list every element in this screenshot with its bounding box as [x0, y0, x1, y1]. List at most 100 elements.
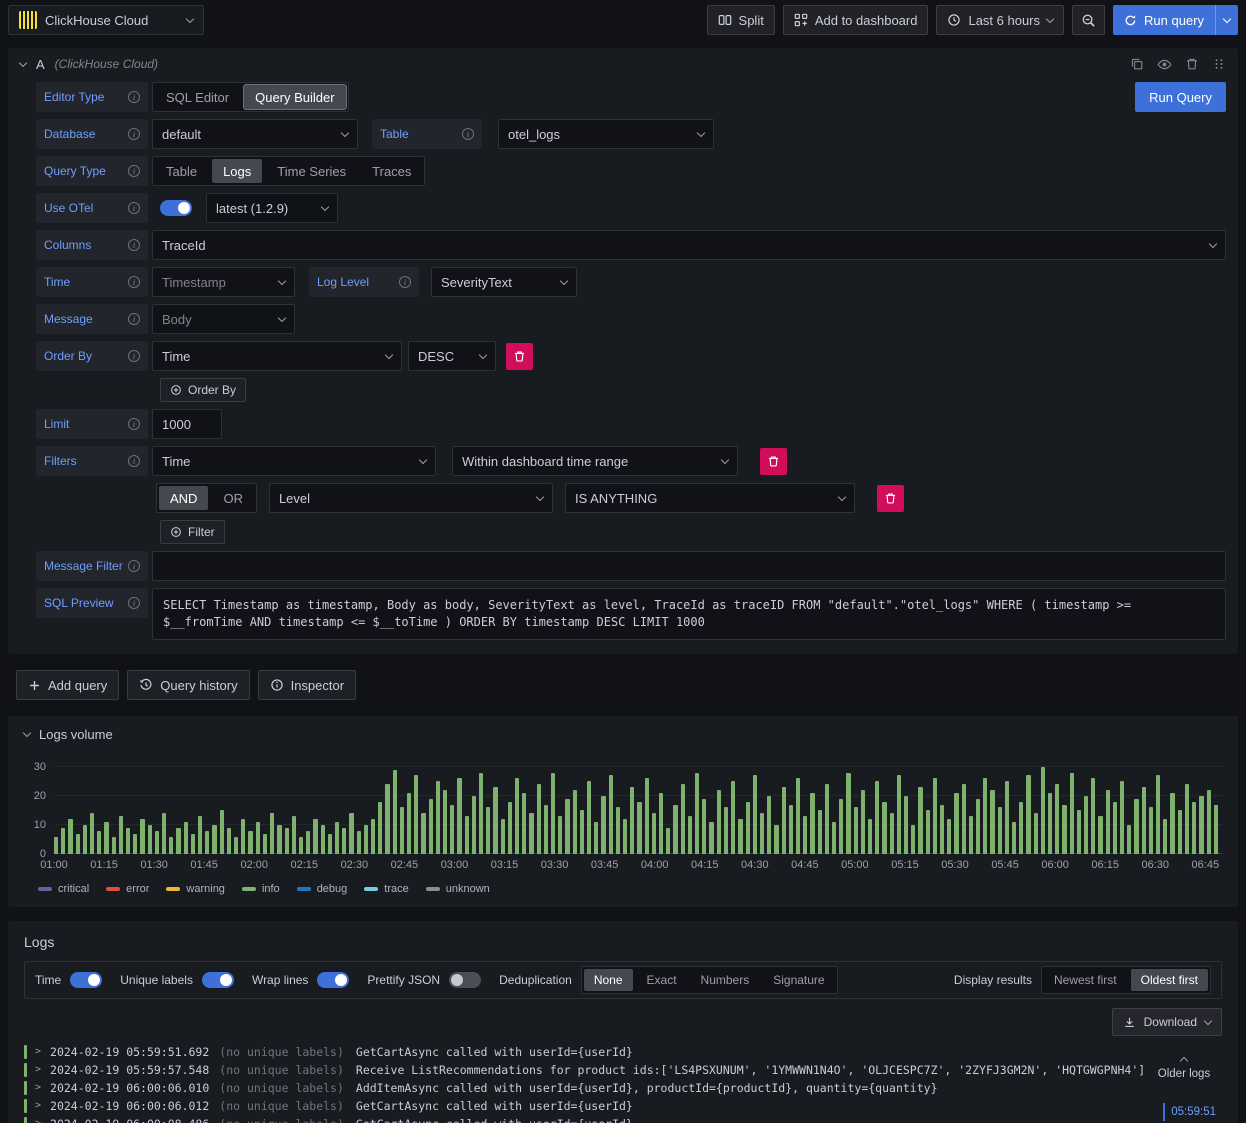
log-row[interactable]: >2024-02-19 06:00:06.010 (no unique label…	[24, 1079, 1222, 1097]
message-filter-input[interactable]	[152, 551, 1226, 581]
use-otel-toggle[interactable]	[160, 200, 192, 216]
info-icon[interactable]: i	[128, 350, 140, 362]
log-timestamp: 2024-02-19 05:59:57.548	[50, 1063, 210, 1077]
remove-order-by-button[interactable]	[506, 342, 533, 370]
legend-item-warning[interactable]: warning	[166, 883, 225, 895]
prettify-json-toggle[interactable]	[449, 972, 482, 988]
info-icon[interactable]: i	[128, 128, 140, 140]
add-order-by-button[interactable]: Order By	[160, 378, 247, 402]
option-traces[interactable]: Traces	[359, 157, 424, 185]
columns-select[interactable]: TraceId	[152, 230, 1226, 260]
add-to-dashboard-button[interactable]: Add to dashboard	[782, 5, 929, 35]
run-query-button[interactable]: Run query	[1113, 5, 1215, 35]
datasource-picker[interactable]: ClickHouse Cloud	[8, 5, 204, 35]
filter-condition-field-select[interactable]: Level	[268, 483, 553, 513]
inspector-button[interactable]: Inspector	[257, 670, 357, 700]
log-row[interactable]: >2024-02-19 06:00:08.486 (no unique label…	[24, 1115, 1222, 1123]
run-query-dropdown[interactable]	[1215, 5, 1238, 35]
older-logs-button[interactable]: Older logs	[1154, 1049, 1214, 1087]
message-column-select[interactable]: Body	[152, 304, 295, 334]
log-level-select[interactable]: SeverityText	[431, 267, 577, 297]
info-icon[interactable]: i	[399, 276, 411, 288]
volume-bar	[435, 781, 440, 854]
hide-response-button[interactable]	[1157, 57, 1172, 72]
filter-operator-select[interactable]: Within dashboard time range	[452, 446, 738, 476]
info-icon[interactable]: i	[128, 165, 140, 177]
option-or[interactable]: OR	[210, 484, 256, 512]
otel-version-select[interactable]: latest (1.2.9)	[206, 193, 338, 223]
info-icon[interactable]: i	[128, 455, 140, 467]
legend-item-info[interactable]: info	[241, 883, 280, 895]
option-none[interactable]: None	[583, 969, 633, 991]
log-row[interactable]: >2024-02-19 05:59:51.692 (no unique label…	[24, 1043, 1222, 1061]
option-table[interactable]: Table	[153, 157, 210, 185]
time-range-picker[interactable]: Last 6 hours	[936, 5, 1065, 35]
info-icon[interactable]: i	[128, 276, 140, 288]
order-by-direction-select[interactable]: DESC	[408, 341, 496, 371]
y-axis: 0 10 20 30	[24, 758, 54, 860]
wrap-lines-toggle[interactable]	[317, 972, 350, 988]
order-by-field-select[interactable]: Time	[152, 341, 402, 371]
split-button[interactable]: Split	[706, 5, 775, 35]
remove-filter-condition-button[interactable]	[876, 484, 904, 512]
option-sql-editor[interactable]: SQL Editor	[153, 83, 242, 111]
collapse-query-icon[interactable]	[18, 58, 28, 67]
info-icon[interactable]: i	[128, 418, 140, 430]
expand-log-icon[interactable]: >	[35, 1043, 41, 1061]
duplicate-query-button[interactable]	[1130, 57, 1144, 71]
legend-item-error[interactable]: error	[106, 883, 149, 895]
collapse-section-icon[interactable]	[22, 728, 32, 738]
legend-item-unknown[interactable]: unknown	[425, 883, 490, 895]
label-text: Query Type	[44, 164, 106, 178]
info-icon[interactable]: i	[128, 560, 140, 572]
add-to-dashboard-label: Add to dashboard	[814, 12, 918, 28]
option-and[interactable]: AND	[159, 486, 209, 510]
expand-log-icon[interactable]: >	[35, 1079, 41, 1097]
option-numbers[interactable]: Numbers	[689, 967, 762, 993]
x-tick-label: 01:15	[90, 859, 118, 871]
log-row[interactable]: >2024-02-19 06:00:06.012 (no unique label…	[24, 1097, 1222, 1115]
remove-query-button[interactable]	[1185, 57, 1199, 71]
info-icon[interactable]: i	[462, 128, 474, 140]
info-icon[interactable]: i	[128, 239, 140, 251]
option-time-series[interactable]: Time Series	[264, 157, 359, 185]
drag-handle-icon[interactable]	[1212, 57, 1226, 71]
add-filter-button[interactable]: Filter	[160, 520, 225, 544]
expand-log-icon[interactable]: >	[35, 1097, 41, 1115]
time-toggle[interactable]	[70, 972, 103, 988]
log-level-bar	[24, 1045, 27, 1059]
expand-log-icon[interactable]: >	[35, 1061, 41, 1079]
option-newest-first[interactable]: Newest first	[1042, 967, 1129, 993]
filter-field-select[interactable]: Time	[152, 446, 436, 476]
legend-item-trace[interactable]: trace	[364, 883, 409, 895]
table-select[interactable]: otel_logs	[498, 119, 714, 149]
run-query-inline-button[interactable]: Run Query	[1135, 82, 1226, 112]
download-button[interactable]: Download	[1111, 1008, 1222, 1036]
info-icon[interactable]: i	[128, 313, 140, 325]
info-icon[interactable]: i	[128, 202, 140, 214]
option-logs[interactable]: Logs	[212, 159, 263, 183]
option-exact[interactable]: Exact	[635, 967, 689, 993]
option-oldest-first[interactable]: Oldest first	[1130, 969, 1208, 991]
legend-item-debug[interactable]: debug	[296, 883, 347, 895]
volume-bar	[702, 798, 707, 854]
add-query-button[interactable]: Add query	[16, 670, 120, 700]
expand-log-icon[interactable]: >	[35, 1115, 41, 1123]
info-icon[interactable]: i	[128, 597, 140, 609]
remove-filter-button[interactable]	[760, 447, 787, 475]
log-row[interactable]: >2024-02-19 05:59:57.548 (no unique label…	[24, 1061, 1222, 1079]
legend-item-critical[interactable]: critical	[38, 883, 89, 895]
legend-label: critical	[58, 883, 90, 895]
zoom-out-button[interactable]	[1072, 5, 1106, 35]
unique-labels-toggle[interactable]	[201, 972, 234, 988]
info-icon[interactable]: i	[128, 91, 140, 103]
option-signature[interactable]: Signature	[761, 967, 836, 993]
database-select[interactable]: default	[152, 119, 358, 149]
limit-input[interactable]	[152, 409, 222, 439]
filter-condition-operator-select[interactable]: IS ANYTHING	[564, 483, 855, 513]
sql-preview-text[interactable]: SELECT Timestamp as timestamp, Body as b…	[152, 588, 1226, 640]
time-column-select[interactable]: Timestamp	[152, 267, 295, 297]
option-query-builder[interactable]: Query Builder	[244, 85, 346, 109]
query-history-button[interactable]: Query history	[127, 670, 250, 700]
volume-bar	[551, 772, 556, 854]
